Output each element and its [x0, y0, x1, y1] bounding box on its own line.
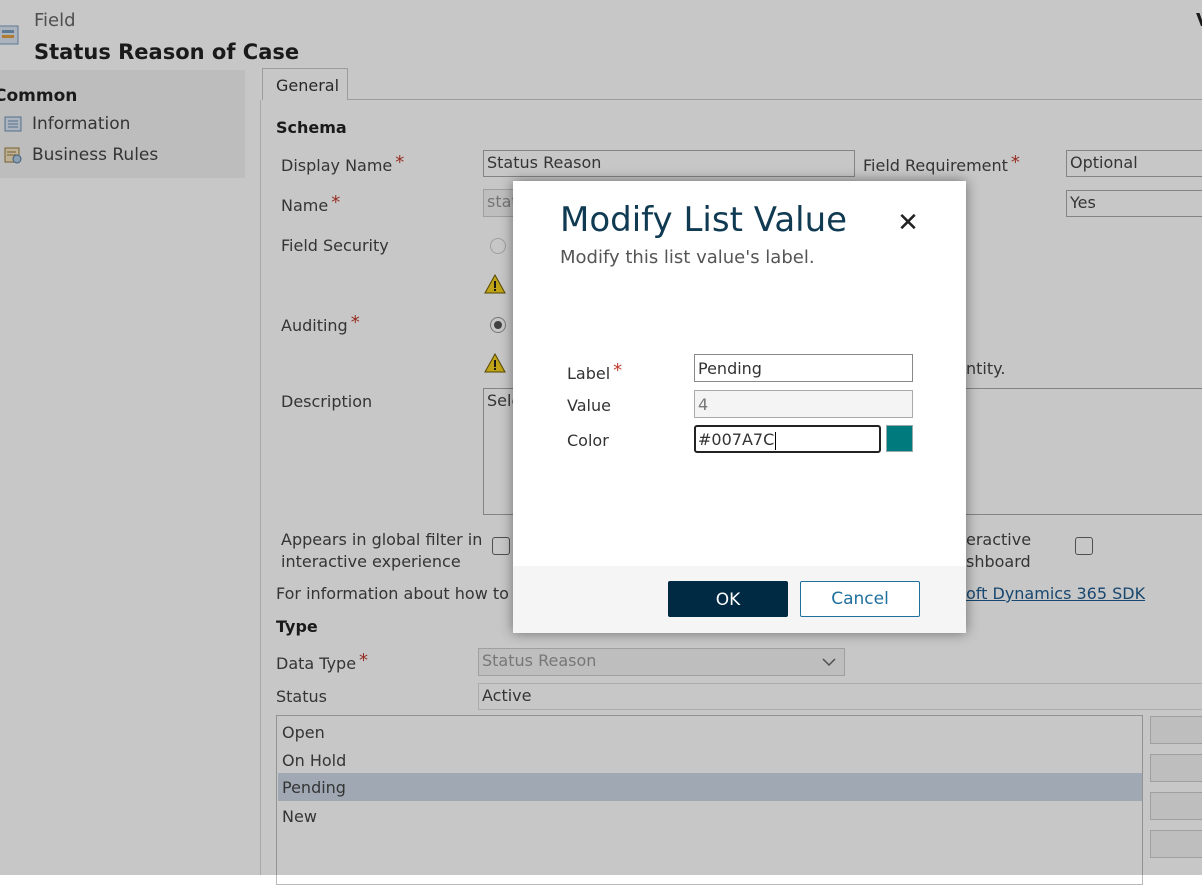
- label-field-label: Label *: [567, 360, 623, 383]
- close-icon[interactable]: ✕: [893, 208, 923, 238]
- modify-list-value-dialog: Modify List Value Modify this list value…: [513, 181, 966, 633]
- value-field-label: Value: [567, 396, 611, 415]
- text-caret: [775, 431, 777, 450]
- color-input[interactable]: #007A7C: [694, 425, 881, 453]
- label-input[interactable]: Pending: [694, 354, 913, 382]
- ok-button[interactable]: OK: [668, 581, 788, 617]
- dialog-title: Modify List Value: [560, 200, 848, 240]
- color-swatch[interactable]: [886, 425, 913, 452]
- cancel-button[interactable]: Cancel: [800, 581, 920, 617]
- dialog-subtitle: Modify this list value's label.: [560, 247, 815, 268]
- value-input: 4: [694, 390, 913, 418]
- color-field-label: Color: [567, 431, 609, 450]
